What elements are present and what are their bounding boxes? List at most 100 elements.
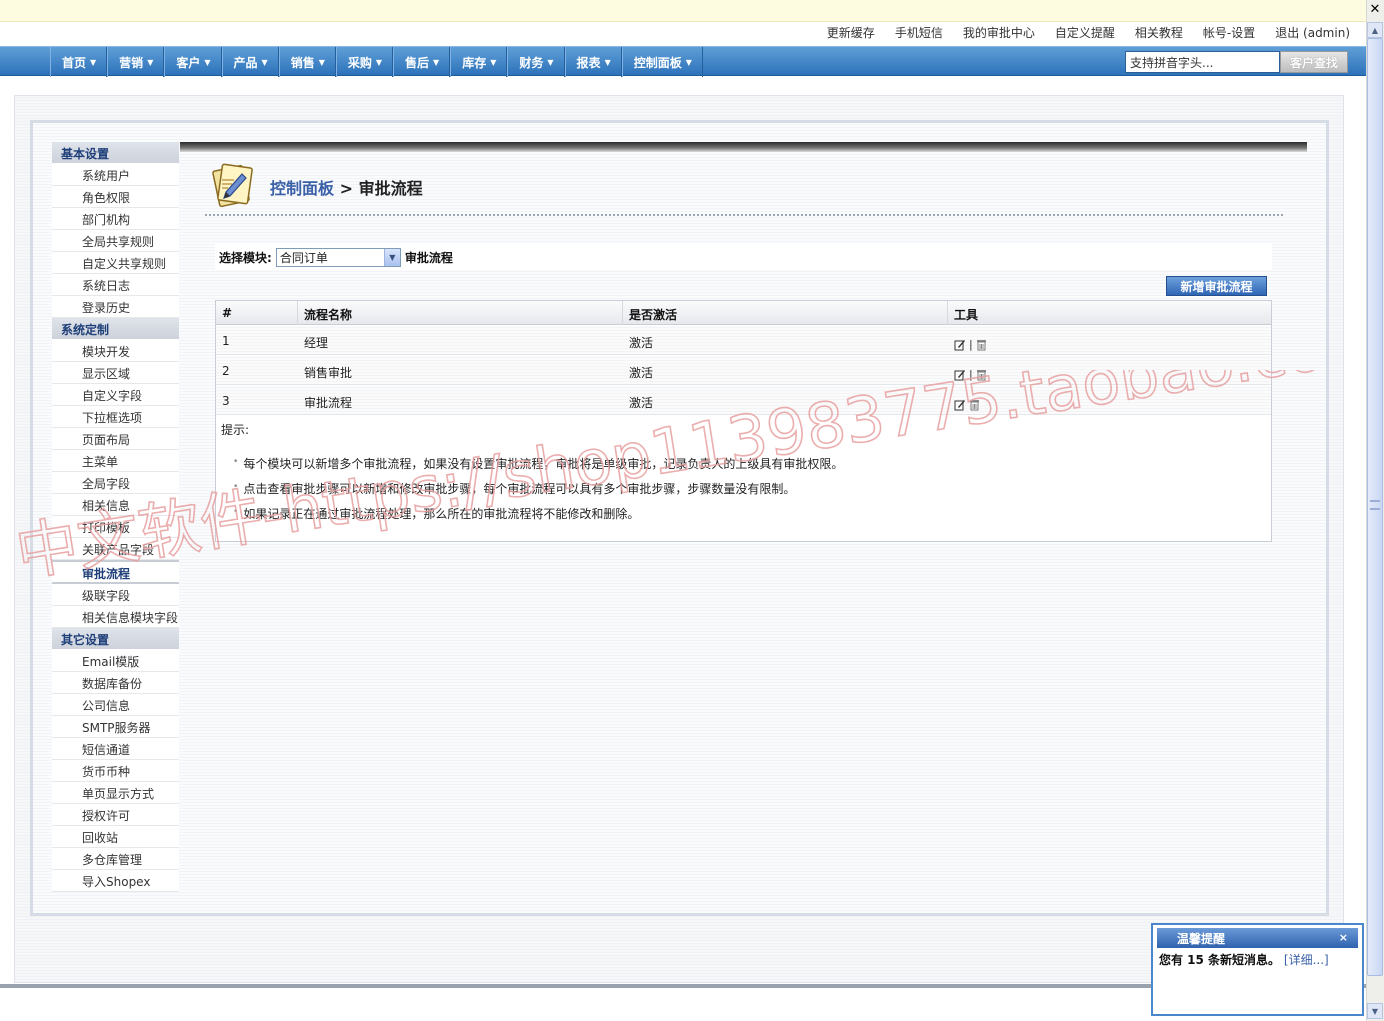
sidebar-item-system-log[interactable]: 系统日志: [52, 274, 179, 296]
nav-purchasing[interactable]: 采购 ▼: [335, 47, 394, 77]
sidebar-item-import-shopex[interactable]: 导入Shopex: [52, 870, 179, 892]
sidebar-item-db-backup[interactable]: 数据库备份: [52, 672, 179, 694]
sidebar-item-picklist-options[interactable]: 下拉框选项: [52, 406, 179, 428]
link-logout[interactable]: 退出 (admin): [1275, 24, 1350, 42]
nav-label: 产品: [233, 55, 258, 70]
sidebar-item-global-fields[interactable]: 全局字段: [52, 472, 179, 494]
close-icon[interactable]: ✕: [1366, 0, 1384, 18]
add-approval-flow-button[interactable]: 新增审批流程: [1166, 276, 1267, 296]
close-icon[interactable]: ×: [1339, 931, 1348, 944]
link-refresh-cache[interactable]: 更新缓存: [827, 24, 875, 42]
sidebar-item-departments[interactable]: 部门机构: [52, 208, 179, 230]
sidebar-item-users[interactable]: 系统用户: [52, 164, 179, 186]
breadcrumb-control-panel[interactable]: 控制面板: [270, 179, 334, 198]
caret-down-icon: ▼: [147, 57, 154, 67]
sidebar-item-display-area[interactable]: 显示区域: [52, 362, 179, 384]
link-approval-center[interactable]: 我的审批中心: [963, 24, 1035, 42]
reminder-popup: 温馨提醒 × 您有 15 条新短消息。 [详细...]: [1151, 923, 1364, 1016]
module-select[interactable]: 合同订单 ▼: [275, 247, 401, 267]
title-divider: [205, 214, 1283, 216]
nav-inventory[interactable]: 库存 ▼: [450, 47, 508, 77]
row-num: 2: [222, 364, 230, 378]
edit-icon[interactable]: [954, 339, 966, 351]
row-tools: [948, 386, 980, 414]
row-name[interactable]: 经理: [298, 326, 623, 355]
sidebar-item-approval-flow[interactable]: 审批流程: [52, 560, 179, 584]
module-selector-row: 选择模块: 合同订单 ▼ 审批流程: [215, 244, 1272, 270]
link-sms[interactable]: 手机短信: [895, 24, 943, 42]
sidebar-item-company-info[interactable]: 公司信息: [52, 694, 179, 716]
edit-icon[interactable]: [954, 369, 966, 381]
main-menu: 首页 ▼ 营销 ▼ 客户 ▼ 产品 ▼ 销售 ▼ 采购 ▼ 售后 ▼ 库存 ▼ 财务 ▼ 报表 ▼ …: [50, 47, 703, 77]
nav-home[interactable]: 首页 ▼: [50, 47, 108, 77]
row-num: 1: [222, 334, 230, 348]
nav-label: 销售: [290, 55, 315, 70]
nav-control-panel[interactable]: 控制面板 ▼: [621, 47, 703, 77]
tool-separator: |: [969, 338, 973, 351]
reminder-message: 您有 15 条新短消息。: [1159, 953, 1281, 967]
sidebar-item-smtp[interactable]: SMTP服务器: [52, 716, 179, 738]
table-row: 1 经理 激活 |: [216, 326, 1271, 355]
sidebar-item-custom-fields[interactable]: 自定义字段: [52, 384, 179, 406]
breadcrumb-current: 审批流程: [358, 179, 423, 198]
edit-icon[interactable]: [954, 399, 966, 411]
scroll-down-arrow-icon[interactable]: ▼: [1367, 1003, 1383, 1019]
nav-customers[interactable]: 客户 ▼: [164, 47, 222, 77]
link-custom-reminder[interactable]: 自定义提醒: [1055, 24, 1115, 42]
nav-label: 售后: [405, 55, 430, 70]
sidebar-item-custom-sharing[interactable]: 自定义共享规则: [52, 252, 179, 274]
scroll-up-arrow-icon[interactable]: ▲: [1367, 22, 1383, 38]
sidebar-item-roles[interactable]: 角色权限: [52, 186, 179, 208]
sidebar-item-related-module-fields[interactable]: 相关信息模块字段: [52, 606, 179, 628]
row-name[interactable]: 审批流程: [298, 386, 623, 415]
caret-down-icon: ▼: [261, 57, 268, 67]
tip-text: 点击查看审批步骤可以新增和修改审批步骤，每个审批流程可以具有多个审批步骤，步骤数…: [243, 482, 796, 496]
chevron-down-icon[interactable]: ▼: [383, 248, 400, 266]
customer-search-input[interactable]: [1125, 51, 1280, 73]
top-info-strip: [0, 0, 1366, 22]
column-header-tools: 工具: [954, 308, 979, 322]
sidebar-item-related-product-fields[interactable]: 关联产品字段: [52, 538, 179, 560]
link-account-settings[interactable]: 帐号-设置: [1203, 24, 1255, 42]
nav-sales[interactable]: 销售 ▼: [278, 47, 336, 77]
nav-reports[interactable]: 报表 ▼: [564, 47, 622, 77]
table-header: # 流程名称 是否激活 工具: [216, 301, 1271, 325]
nav-after-sales[interactable]: 售后 ▼: [393, 47, 451, 77]
trash-icon[interactable]: [969, 399, 980, 411]
nav-marketing[interactable]: 营销 ▼: [107, 47, 165, 77]
sidebar-item-page-display[interactable]: 单页显示方式: [52, 782, 179, 804]
sidebar-item-license[interactable]: 授权许可: [52, 804, 179, 826]
row-name[interactable]: 销售审批: [298, 356, 623, 385]
sidebar-item-email-templates[interactable]: Email模版: [52, 650, 179, 672]
sidebar-item-related-info[interactable]: 相关信息: [52, 494, 179, 516]
sidebar-item-main-menu[interactable]: 主菜单: [52, 450, 179, 472]
tool-separator: |: [969, 368, 973, 381]
trash-icon[interactable]: [976, 369, 987, 381]
nav-label: 客户: [176, 55, 201, 70]
sidebar-item-page-layout[interactable]: 页面布局: [52, 428, 179, 450]
scroll-grip-icon: [1370, 500, 1380, 510]
sidebar-item-global-sharing[interactable]: 全局共享规则: [52, 230, 179, 252]
sidebar-item-cascade-fields[interactable]: 级联字段: [52, 584, 179, 606]
reminder-detail-link[interactable]: [详细...]: [1284, 953, 1329, 967]
sidebar-item-login-history[interactable]: 登录历史: [52, 296, 179, 318]
link-tutorials[interactable]: 相关教程: [1135, 24, 1183, 42]
sidebar-item-print-templates[interactable]: 打印模板: [52, 516, 179, 538]
nav-label: 采购: [347, 55, 372, 70]
nav-finance[interactable]: 财务 ▼: [507, 47, 565, 77]
bullet-icon: •: [233, 482, 239, 492]
trash-icon[interactable]: [976, 339, 987, 351]
customer-search-button[interactable]: 客户查找: [1280, 51, 1348, 73]
sidebar-item-module-dev[interactable]: 模块开发: [52, 340, 179, 362]
sidebar-item-recycle-bin[interactable]: 回收站: [52, 826, 179, 848]
nav-label: 首页: [62, 55, 87, 70]
nav-label: 控制面板: [633, 55, 682, 70]
approval-flow-table: # 流程名称 是否激活 工具 1 经理 激活 | 2 销售审批 激活 | 3 审…: [215, 300, 1272, 542]
caret-down-icon: ▼: [685, 57, 692, 67]
sidebar-item-sms-channel[interactable]: 短信通道: [52, 738, 179, 760]
sidebar-item-currency[interactable]: 货币币种: [52, 760, 179, 782]
nav-products[interactable]: 产品 ▼: [221, 47, 279, 77]
sidebar-item-multi-warehouse[interactable]: 多仓库管理: [52, 848, 179, 870]
caret-down-icon: ▼: [433, 57, 440, 67]
row-active: 激活: [629, 396, 654, 410]
